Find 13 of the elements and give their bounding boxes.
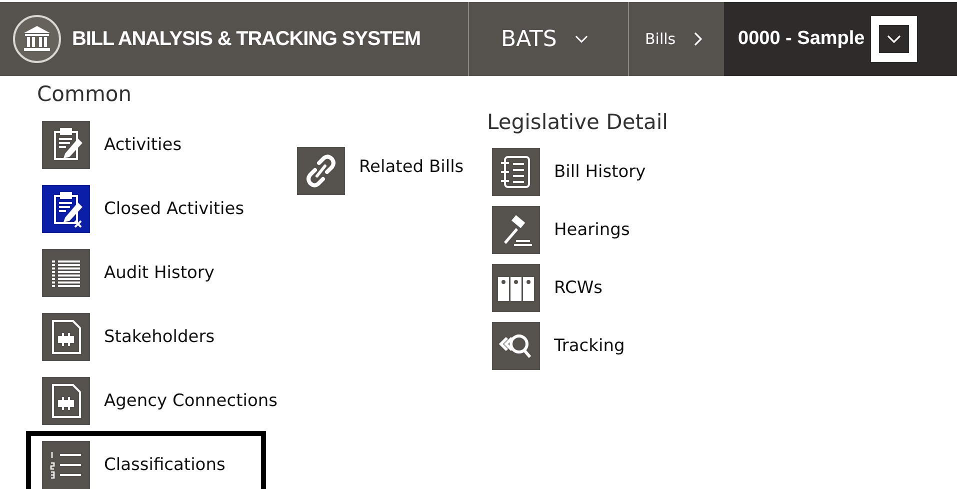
app-title: BILL ANALYSIS & TRACKING SYSTEM bbox=[72, 28, 420, 50]
menu-item[interactable]: Related Bills bbox=[281, 137, 480, 205]
building-icon bbox=[12, 14, 62, 64]
chevron-down-icon bbox=[878, 25, 909, 53]
section-heading: Common bbox=[37, 82, 133, 106]
chevron-down-icon bbox=[574, 35, 588, 43]
section-heading: Legislative Detail bbox=[487, 110, 668, 134]
app-menu[interactable]: BATS bbox=[469, 2, 629, 76]
menu-item[interactable]: Classifications bbox=[26, 431, 266, 489]
breadcrumb-link[interactable]: Bills bbox=[645, 30, 676, 48]
chevron-right-icon bbox=[694, 32, 702, 46]
dropdown-button[interactable] bbox=[870, 16, 917, 62]
record-title: 0000 - Sample bbox=[738, 28, 865, 50]
